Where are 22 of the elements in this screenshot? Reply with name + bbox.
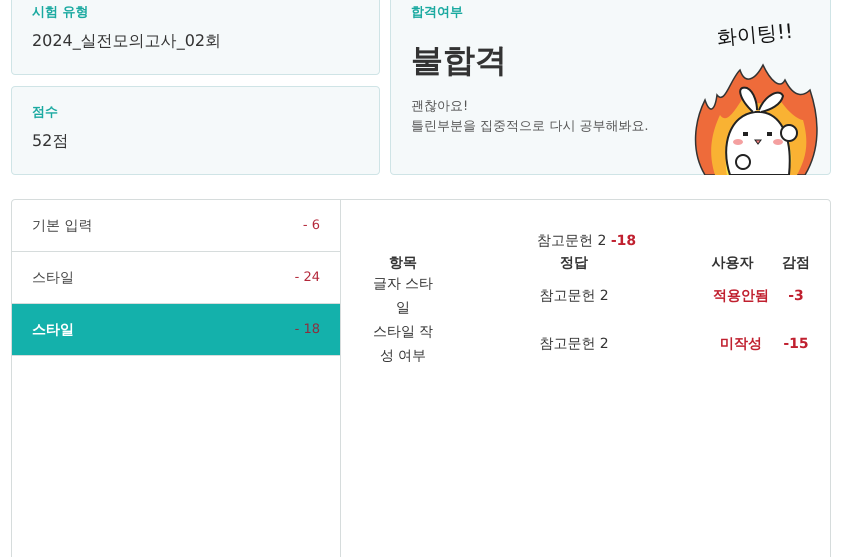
table-cell-text: 글자 스타일 [372, 275, 434, 318]
table-cell-text: 적용안됨 [712, 287, 770, 306]
score-value: 52점 [32, 131, 70, 152]
exam-type-label: 시험 유형 [32, 4, 90, 21]
exam-type-value: 2024_실전모의고사_02회 [32, 31, 222, 52]
result-value: 불합격 [411, 40, 508, 81]
sticker-caption: 화이팅!! [716, 18, 794, 52]
encouragement-message: 괜찮아요! 틀린부분을 집중적으로 다시 공부해봐요. [411, 98, 649, 136]
table-cell-text: 스타일 작성 여부 [372, 323, 434, 366]
table-cell-text: 참고문헌 2 [538, 287, 610, 306]
column-header: 감점 [781, 254, 811, 272]
section-caption: 참고문헌 2 -18 [537, 232, 638, 250]
table-cell-text: -3 [787, 287, 805, 306]
column-header: 사용자 [710, 254, 754, 272]
column-header: 항목 [388, 254, 418, 272]
table-cell-text: -15 [782, 335, 810, 354]
score-label: 점수 [32, 104, 59, 121]
column-header: 정답 [559, 254, 589, 272]
result-label: 합격여부 [411, 4, 464, 21]
category-item[interactable]: 기본 입력 - 6 [12, 200, 340, 252]
table-cell-text: 미작성 [719, 335, 763, 354]
table-cell-text: 참고문헌 2 [538, 335, 610, 354]
